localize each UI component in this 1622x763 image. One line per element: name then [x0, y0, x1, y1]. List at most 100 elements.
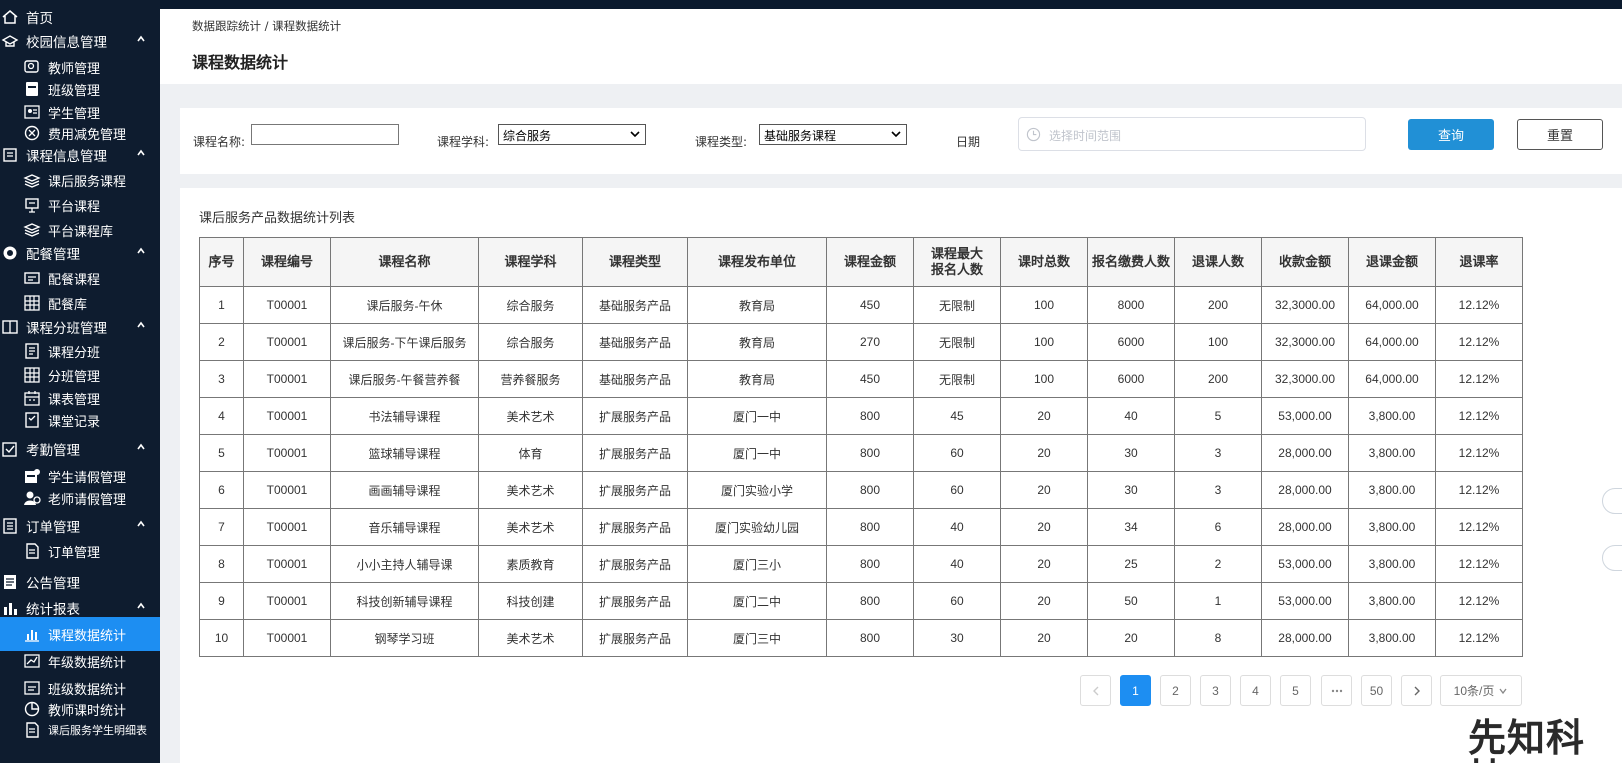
class-stats-icon — [22, 678, 42, 698]
sidebar-item-10[interactable]: 配餐管理 — [0, 242, 160, 264]
sidebar-item-5[interactable]: 费用减免管理 — [0, 122, 160, 144]
reset-button[interactable]: 重置 — [1517, 119, 1603, 150]
sidebar-item-13[interactable]: 课程分班管理 — [0, 316, 160, 338]
sidebar-item-2[interactable]: 教师管理 — [0, 56, 160, 78]
table-cell: 教育局 — [687, 286, 827, 324]
table-cell: T00001 — [243, 397, 331, 435]
page-5-button[interactable]: 5 — [1280, 675, 1311, 706]
sidebar-item-4[interactable]: 学生管理 — [0, 101, 160, 123]
column-header: 课程金额 — [826, 237, 914, 287]
table-cell: 100 — [1000, 360, 1088, 398]
table-cell: 20 — [1087, 619, 1175, 657]
sidebar-item-0[interactable]: 首页 — [0, 6, 160, 28]
table-cell: 12.12% — [1435, 471, 1523, 509]
date-range-placeholder: 选择时间范围 — [1049, 129, 1122, 143]
table-cell: T00001 — [243, 360, 331, 398]
sidebar-item-label: 校园信息管理 — [26, 35, 107, 51]
page-ellipsis[interactable] — [1321, 675, 1352, 706]
table-cell: 美术艺术 — [478, 508, 583, 546]
type-select[interactable]: 基础服务课程 — [759, 124, 907, 145]
float-service-button[interactable] — [1602, 488, 1622, 514]
grid-icon — [22, 293, 42, 313]
subject-select[interactable]: 综合服务 — [498, 124, 646, 145]
sidebar-item-27[interactable]: 班级数据统计 — [0, 677, 160, 699]
table-cell: 综合服务 — [478, 286, 583, 324]
next-page-button[interactable] — [1401, 675, 1432, 706]
sidebar-item-22[interactable]: 订单管理 — [0, 540, 160, 562]
table-cell: 800 — [826, 619, 914, 657]
page-1-button[interactable]: 1 — [1120, 675, 1151, 706]
column-header: 序号 — [199, 237, 244, 287]
sidebar-item-label: 课程分班 — [48, 345, 101, 361]
sidebar-item-label: 学生请假管理 — [48, 470, 127, 486]
table-cell: 课后服务-下午课后服务 — [330, 323, 479, 361]
page-2-button[interactable]: 2 — [1160, 675, 1191, 706]
sidebar-item-20[interactable]: 老师请假管理 — [0, 487, 160, 509]
list-title: 课后服务产品数据统计列表 — [199, 211, 356, 226]
student-icon — [22, 102, 42, 122]
table-cell: 美术艺术 — [478, 397, 583, 435]
sidebar-item-3[interactable]: 班级管理 — [0, 78, 160, 100]
sidebar-item-14[interactable]: 课程分班 — [0, 340, 160, 362]
table-cell: 200 — [1174, 360, 1262, 398]
sidebar-item-label: 统计报表 — [26, 602, 80, 618]
sidebar-item-28[interactable]: 教师课时统计 — [0, 698, 160, 720]
sidebar-item-21[interactable]: 订单管理 — [0, 515, 160, 537]
sidebar-item-19[interactable]: 学生请假管理 — [0, 465, 160, 487]
page-size-select[interactable]: 10条/页 — [1440, 675, 1522, 706]
sidebar-item-11[interactable]: 配餐课程 — [0, 267, 160, 289]
sidebar-item-29[interactable]: 课后服务学生明细表 — [0, 719, 160, 741]
table-cell: 3,800.00 — [1348, 471, 1436, 509]
chevron-right-icon — [1414, 686, 1420, 695]
table-cell: 12.12% — [1435, 286, 1523, 324]
sidebar-item-6[interactable]: 课程信息管理 — [0, 144, 160, 166]
table-cell: 28,000.00 — [1261, 508, 1349, 546]
sidebar-item-7[interactable]: 课后服务课程 — [0, 169, 160, 191]
table-cell: 无限制 — [913, 286, 1001, 324]
grid-icon — [22, 365, 42, 385]
table-cell: T00001 — [243, 619, 331, 657]
sidebar-item-label: 班级管理 — [48, 83, 101, 99]
sidebar-item-15[interactable]: 分班管理 — [0, 364, 160, 386]
table-cell: 美术艺术 — [478, 619, 583, 657]
sidebar-item-16[interactable]: 课表管理 — [0, 387, 160, 409]
table-cell: 8 — [199, 545, 244, 583]
table-cell: T00001 — [243, 582, 331, 620]
table-row: 6 T00001 画画辅导课程 美术艺术 扩展服务产品 厦门实验小学 800 60 20 30 3 2… — [199, 471, 1523, 509]
table-cell: 6000 — [1087, 323, 1175, 361]
sidebar-item-17[interactable]: 课堂记录 — [0, 409, 160, 431]
sidebar-item-23[interactable]: 公告管理 — [0, 571, 160, 593]
sidebar-item-25[interactable]: 课程数据统计 — [0, 617, 160, 651]
table-cell: 30 — [1087, 434, 1175, 472]
sidebar-item-26[interactable]: 年级数据统计 — [0, 650, 160, 672]
table-cell: 30 — [913, 619, 1001, 657]
table-cell: 7 — [199, 508, 244, 546]
page-4-button[interactable]: 4 — [1240, 675, 1271, 706]
sidebar-item-label: 课表管理 — [48, 392, 101, 408]
column-header: 退课率 — [1435, 237, 1523, 287]
sidebar-item-8[interactable]: 平台课程 — [0, 194, 160, 216]
query-button[interactable]: 查询 — [1408, 119, 1494, 150]
sidebar-item-label: 订单管理 — [26, 520, 80, 536]
chevron-up-icon — [137, 520, 145, 527]
table-cell: T00001 — [243, 286, 331, 324]
sidebar-item-label: 平台课程库 — [48, 224, 114, 240]
float-feedback-button[interactable] — [1602, 545, 1622, 571]
table-cell: 厦门一中 — [687, 397, 827, 435]
sidebar-item-18[interactable]: 考勤管理 — [0, 438, 160, 460]
table-cell: 20 — [1000, 619, 1088, 657]
sidebar-item-24[interactable]: 统计报表 — [0, 597, 160, 619]
sidebar-item-label: 分班管理 — [48, 369, 101, 385]
course-name-input[interactable] — [251, 124, 399, 145]
date-range-picker[interactable]: 选择时间范围 — [1018, 117, 1366, 151]
table-cell: 60 — [913, 471, 1001, 509]
prev-page-button[interactable] — [1080, 675, 1111, 706]
sidebar-item-1[interactable]: 校园信息管理 — [0, 30, 160, 52]
sidebar-item-9[interactable]: 平台课程库 — [0, 219, 160, 241]
sidebar-item-label: 费用减免管理 — [48, 127, 127, 143]
page-3-button[interactable]: 3 — [1200, 675, 1231, 706]
table-cell: 12.12% — [1435, 360, 1523, 398]
sidebar-item-12[interactable]: 配餐库 — [0, 292, 160, 314]
page-last[interactable]: 50 — [1361, 675, 1392, 706]
table-cell: 8 — [1174, 619, 1262, 657]
